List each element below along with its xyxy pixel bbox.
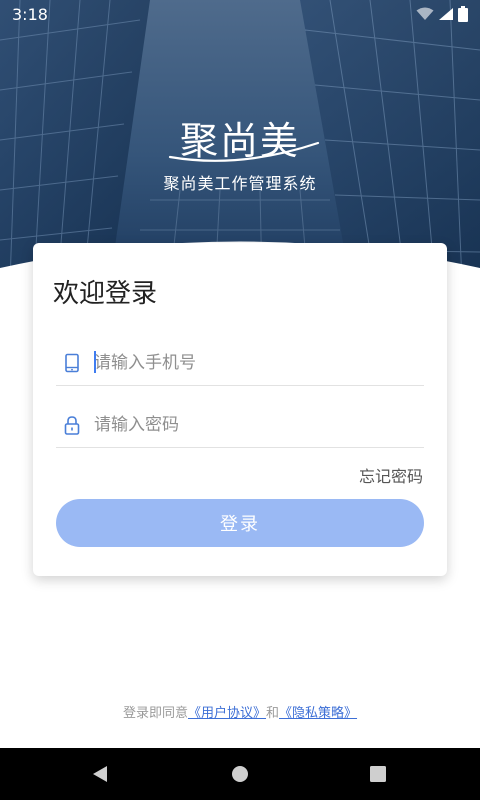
status-icons <box>416 6 468 22</box>
home-icon[interactable] <box>228 762 252 786</box>
login-card: 欢迎登录 忘记密码 登录 <box>33 243 447 576</box>
privacy-policy-link[interactable]: 《隐私策略》 <box>279 706 357 721</box>
password-input[interactable] <box>94 411 414 439</box>
phone-input[interactable] <box>94 349 414 377</box>
text-caret <box>94 351 96 373</box>
lock-icon <box>64 416 80 435</box>
status-bar: 3:18 <box>0 0 480 28</box>
agreement-prefix: 登录即同意 <box>122 706 188 721</box>
back-icon[interactable] <box>88 762 112 786</box>
app-subtitle: 聚尚美工作管理系统 <box>163 174 317 193</box>
agreement-text: 登录即同意《用户协议》和《隐私策略》 <box>0 702 480 721</box>
battery-icon <box>458 6 468 22</box>
phone-icon <box>65 353 79 373</box>
recents-icon[interactable] <box>366 762 390 786</box>
password-field <box>56 403 424 448</box>
login-screen: 3:18 聚尚美 聚尚美工作管理系统 欢迎登录 请输入手机号 忘记密码 登录 登… <box>0 0 480 800</box>
wifi-icon <box>416 7 434 20</box>
phone-field <box>56 341 424 386</box>
logo-swoosh-icon <box>168 141 320 162</box>
status-time: 3:18 <box>12 5 48 24</box>
login-title: 欢迎登录 <box>53 279 158 309</box>
user-agreement-link[interactable]: 《用户协议》 <box>188 706 266 721</box>
signal-icon <box>439 8 453 20</box>
agreement-conjunction: 和 <box>266 706 280 721</box>
login-button[interactable]: 登录 <box>56 499 424 547</box>
navigation-bar <box>0 748 480 800</box>
forgot-password-link[interactable]: 忘记密码 <box>359 463 423 487</box>
